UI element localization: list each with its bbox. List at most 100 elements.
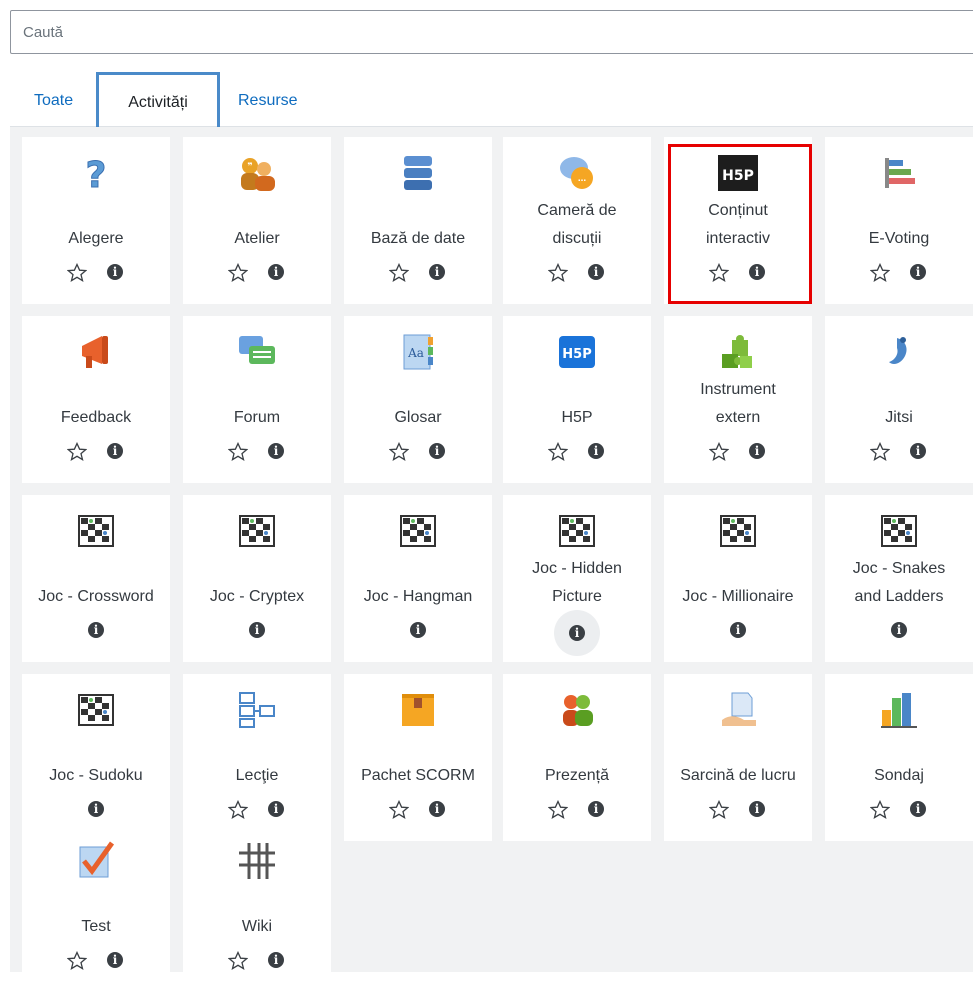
info-icon[interactable]: i	[408, 621, 428, 641]
star-icon[interactable]	[227, 441, 249, 462]
star-icon[interactable]	[388, 262, 410, 283]
info-icon[interactable]: i	[586, 263, 606, 283]
info-icon[interactable]: i	[266, 800, 286, 820]
info-icon[interactable]: i	[747, 442, 767, 462]
info-icon[interactable]: i	[427, 263, 447, 283]
info-icon[interactable]: i	[427, 442, 447, 462]
activity-card-alegere[interactable]: ? Alegere i	[22, 137, 170, 304]
star-icon[interactable]	[547, 441, 569, 462]
tab-all[interactable]: Toate	[34, 72, 73, 126]
activity-label: Bază de date	[370, 230, 466, 247]
star-icon[interactable]	[708, 799, 730, 820]
activity-label: Instrument extern	[668, 376, 808, 432]
activity-card-joc-sudoku[interactable]: Joc - Sudoku i	[22, 674, 170, 841]
activity-actions: i	[183, 441, 331, 466]
game-icon	[76, 511, 116, 551]
info-icon[interactable]: i	[86, 800, 106, 820]
activity-card-sarcină-de-lucru[interactable]: Sarcină de lucru i	[664, 674, 812, 841]
tab-resources[interactable]: Resurse	[238, 72, 298, 126]
info-icon[interactable]: i	[586, 800, 606, 820]
activity-label: Joc - Crossword	[38, 588, 154, 605]
activity-label-line1: Cameră de	[537, 202, 617, 219]
svg-text:H5P: H5P	[562, 347, 591, 362]
info-icon[interactable]: i	[86, 621, 106, 641]
quiz-icon	[76, 841, 116, 881]
info-icon[interactable]: i	[554, 610, 600, 667]
info-icon[interactable]: i	[105, 951, 125, 971]
star-icon[interactable]	[227, 950, 249, 971]
activity-card-forum[interactable]: Forum i	[183, 316, 331, 483]
info-icon[interactable]: i	[427, 800, 447, 820]
star-icon[interactable]	[869, 441, 891, 462]
activity-card-pachet-scorm[interactable]: Pachet SCORM i	[344, 674, 492, 841]
activity-actions: i	[664, 621, 812, 645]
activity-card-feedback[interactable]: Feedback i	[22, 316, 170, 483]
star-icon[interactable]	[547, 799, 569, 820]
info-icon[interactable]: i	[728, 621, 748, 641]
star-icon[interactable]	[708, 441, 730, 462]
activity-actions: i	[503, 441, 651, 466]
info-icon[interactable]: i	[889, 621, 909, 641]
wiki-icon	[237, 841, 277, 881]
activity-actions: i	[825, 262, 973, 287]
info-icon[interactable]: i	[266, 263, 286, 283]
info-icon[interactable]: i	[908, 263, 928, 283]
activity-card-joc-cryptex[interactable]: Joc - Cryptex i	[183, 495, 331, 662]
activity-actions: i	[344, 799, 492, 824]
info-icon[interactable]: i	[266, 951, 286, 971]
activity-card-glosar[interactable]: Aa Glosar i	[344, 316, 492, 483]
activity-card-bază-de-date[interactable]: Bază de date i	[344, 137, 492, 304]
activity-label: E-Voting	[868, 230, 930, 247]
activity-actions: i	[183, 262, 331, 287]
activity-label: Jitsi	[885, 409, 913, 426]
activity-card-joc-millionaire[interactable]: Joc - Millionaire i	[664, 495, 812, 662]
activity-label: Cameră de discuții	[507, 197, 647, 253]
star-icon[interactable]	[388, 441, 410, 462]
activity-card-lecţie[interactable]: Lecţie i	[183, 674, 331, 841]
activity-card-joc-crossword[interactable]: Joc - Crossword i	[22, 495, 170, 662]
activity-label-line1: Joc - Snakes	[852, 560, 946, 577]
game-icon	[398, 511, 438, 551]
activity-card-jitsi[interactable]: Jitsi i	[825, 316, 973, 483]
activity-card-e-voting[interactable]: E-Voting i	[825, 137, 973, 304]
star-icon[interactable]	[227, 799, 249, 820]
star-icon[interactable]	[547, 262, 569, 283]
activity-label: Atelier	[234, 230, 280, 247]
info-icon[interactable]: i	[908, 800, 928, 820]
activity-card-test[interactable]: Test i	[22, 825, 170, 992]
info-icon[interactable]: i	[266, 442, 286, 462]
activity-card-instrument-extern[interactable]: Instrument extern i	[664, 316, 812, 483]
info-icon[interactable]: i	[747, 800, 767, 820]
star-icon[interactable]	[227, 262, 249, 283]
activity-actions: i	[183, 950, 331, 975]
star-icon[interactable]	[66, 950, 88, 971]
activity-card-cameră-de-discuții[interactable]: ... Cameră de discuții i	[503, 137, 651, 304]
activity-card-prezență[interactable]: Prezență i	[503, 674, 651, 841]
activity-card-joc-hangman[interactable]: Joc - Hangman i	[344, 495, 492, 662]
search-input[interactable]	[10, 10, 973, 54]
info-icon[interactable]: i	[247, 621, 267, 641]
activity-card-h5p[interactable]: H5P H5P i	[503, 316, 651, 483]
activity-label: Joc - Hangman	[363, 588, 473, 605]
activity-card-joc-snakes-and-ladders[interactable]: Joc - Snakes and Ladders i	[825, 495, 973, 662]
activity-card-joc-hidden-picture[interactable]: Joc - Hidden Picture i	[503, 495, 651, 662]
info-icon[interactable]: i	[105, 263, 125, 283]
info-icon[interactable]: i	[105, 442, 125, 462]
activity-card-wiki[interactable]: Wiki i	[183, 825, 331, 992]
activity-actions: i	[825, 441, 973, 466]
activity-label-line1: Instrument	[700, 381, 776, 398]
activity-card-atelier[interactable]: ❞ Atelier i	[183, 137, 331, 304]
workshop-icon: ❞	[237, 153, 277, 193]
info-icon[interactable]: i	[908, 442, 928, 462]
activity-card-sondaj[interactable]: Sondaj i	[825, 674, 973, 841]
star-icon[interactable]	[388, 799, 410, 820]
star-icon[interactable]	[869, 799, 891, 820]
star-icon[interactable]	[869, 262, 891, 283]
activity-actions: i	[344, 441, 492, 466]
activity-label: Joc - Hidden Picture	[507, 555, 647, 611]
star-icon[interactable]	[66, 262, 88, 283]
info-icon[interactable]: i	[586, 442, 606, 462]
star-icon[interactable]	[66, 441, 88, 462]
tab-activities[interactable]: Activități	[96, 72, 220, 130]
activity-actions: i	[825, 621, 973, 645]
